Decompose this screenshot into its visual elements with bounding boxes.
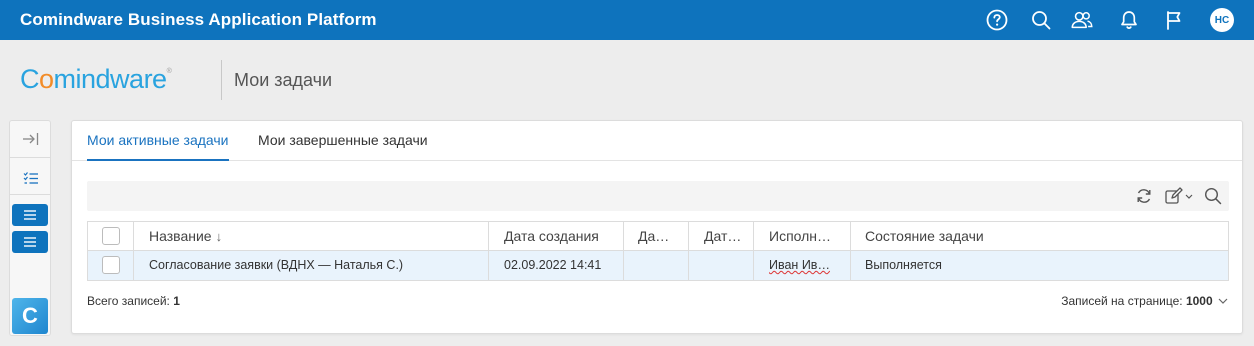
table-row[interactable]: Согласование заявки (ВДНХ — Наталья С.) … — [88, 251, 1228, 280]
cell-due — [624, 251, 689, 280]
app-title: Comindware Business Application Platform — [20, 10, 377, 29]
expand-sidebar-button[interactable] — [11, 126, 51, 152]
users-icon[interactable] — [1070, 8, 1094, 32]
header-select-all-cell — [88, 222, 134, 251]
cell-created: 02.09.2022 14:41 — [489, 251, 624, 280]
expand-icon — [23, 133, 39, 145]
sidebar-item-tasks[interactable] — [11, 165, 51, 191]
cell-status: Выполняется — [865, 258, 942, 272]
sidebar-item-menu-1[interactable] — [12, 204, 48, 226]
column-header-due[interactable]: Да… — [624, 222, 689, 251]
row-checkbox[interactable] — [102, 256, 120, 274]
header-divider — [221, 60, 222, 100]
avatar[interactable]: НС — [1210, 8, 1234, 32]
top-bar: Comindware Business Application Platform… — [0, 0, 1254, 40]
flag-icon[interactable] — [1162, 8, 1186, 32]
column-header-created[interactable]: Дата создания — [489, 222, 624, 251]
tasks-table: Название ↓ Дата создания Да… Дат… Исполн…… — [87, 221, 1229, 281]
total-records: Всего записей: 1 — [87, 294, 180, 308]
grid-toolbar — [87, 181, 1229, 211]
select-all-checkbox[interactable] — [102, 227, 120, 245]
comindware-app-logo[interactable]: C — [12, 298, 48, 334]
search-icon[interactable] — [1029, 8, 1053, 32]
column-header-name[interactable]: Название ↓ — [134, 222, 489, 251]
page-header: Comindware® Мои задачи — [0, 40, 1254, 118]
refresh-icon[interactable] — [1134, 186, 1154, 206]
help-icon[interactable] — [985, 8, 1009, 32]
grid-search-icon[interactable] — [1203, 186, 1223, 206]
bell-icon[interactable] — [1117, 8, 1141, 32]
cell-date — [689, 251, 754, 280]
column-header-assignee[interactable]: Исполн… — [754, 222, 851, 251]
edit-dropdown-button[interactable] — [1163, 186, 1197, 206]
comindware-logo[interactable]: Comindware® — [20, 64, 172, 95]
menu-icon — [24, 237, 36, 247]
left-sidebar: C — [9, 120, 51, 336]
page-size-selector[interactable]: Записей на странице: 1000 — [1061, 294, 1228, 308]
row-select-cell — [88, 251, 134, 280]
menu-icon — [24, 210, 36, 220]
page-title: Мои задачи — [234, 70, 333, 90]
chevron-down-icon — [1218, 298, 1228, 304]
main-panel: Мои активные задачи Мои завершенные зада… — [71, 120, 1243, 334]
cell-assignee: Иван Ив… — [754, 251, 851, 280]
column-header-status[interactable]: Состояние задачи — [851, 222, 1228, 251]
sort-down-icon: ↓ — [215, 229, 223, 244]
column-header-date[interactable]: Дат… — [689, 222, 754, 251]
tab-bar: Мои активные задачи Мои завершенные зада… — [72, 121, 1242, 161]
task-list-icon — [23, 172, 38, 184]
tab-active-tasks[interactable]: Мои активные задачи — [87, 121, 229, 161]
cell-name[interactable]: Согласование заявки (ВДНХ — Наталья С.) — [134, 251, 489, 280]
table-header-row: Название ↓ Дата создания Да… Дат… Исполн…… — [88, 222, 1228, 251]
tab-completed-tasks[interactable]: Мои завершенные задачи — [258, 121, 428, 161]
edit-icon — [1165, 187, 1193, 204]
sidebar-item-menu-2[interactable] — [12, 231, 48, 253]
